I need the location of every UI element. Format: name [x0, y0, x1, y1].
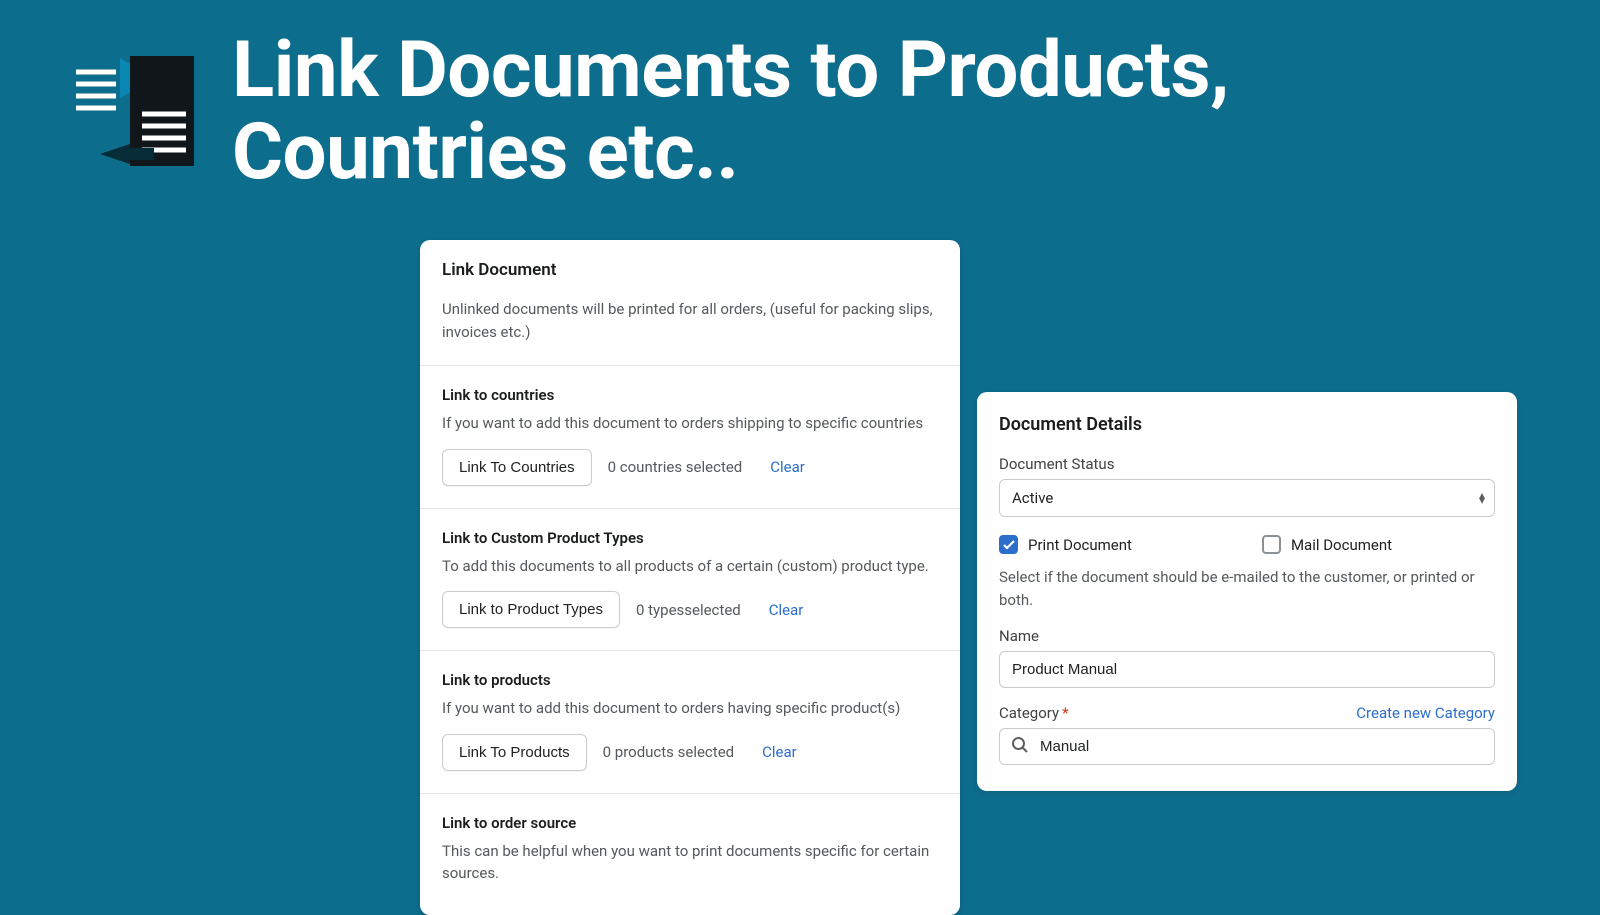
- types-selected-count: 0 typesselected: [636, 601, 741, 619]
- document-details-title: Document Details: [999, 414, 1495, 435]
- mail-document-checkbox[interactable]: Mail Document: [1262, 535, 1392, 554]
- create-new-category-link[interactable]: Create new Category: [1356, 704, 1495, 722]
- link-countries-sub: If you want to add this document to orde…: [442, 412, 938, 435]
- link-document-subtitle: Unlinked documents will be printed for a…: [442, 298, 938, 343]
- products-selected-count: 0 products selected: [603, 743, 734, 761]
- document-status-select[interactable]: Active: [999, 479, 1495, 517]
- link-types-section: Link to Custom Product Types To add this…: [420, 509, 960, 652]
- page-title: Link Documents to Products, Countries et…: [232, 30, 1282, 194]
- checkbox-unchecked-icon: [1262, 535, 1281, 554]
- print-mail-help-text: Select if the document should be e-maile…: [999, 566, 1495, 611]
- document-status-label: Document Status: [999, 455, 1495, 473]
- document-name-input[interactable]: [999, 651, 1495, 688]
- print-document-label: Print Document: [1028, 536, 1132, 554]
- types-clear-link[interactable]: Clear: [769, 601, 804, 619]
- checkbox-checked-icon: [999, 535, 1018, 554]
- page-header: Link Documents to Products, Countries et…: [0, 0, 1600, 194]
- link-products-section: Link to products If you want to add this…: [420, 651, 960, 794]
- countries-clear-link[interactable]: Clear: [770, 458, 805, 476]
- link-types-heading: Link to Custom Product Types: [442, 529, 938, 547]
- name-label: Name: [999, 627, 1495, 645]
- link-document-card: Link Document Unlinked documents will be…: [420, 240, 960, 915]
- link-document-title: Link Document: [442, 260, 938, 280]
- document-details-card: Document Details Document Status Active …: [977, 392, 1517, 791]
- link-to-countries-button[interactable]: Link To Countries: [442, 449, 592, 486]
- link-types-sub: To add this documents to all products of…: [442, 555, 938, 578]
- link-countries-heading: Link to countries: [442, 386, 938, 404]
- link-countries-section: Link to countries If you want to add thi…: [420, 366, 960, 509]
- link-to-products-button[interactable]: Link To Products: [442, 734, 587, 771]
- print-document-checkbox[interactable]: Print Document: [999, 535, 1132, 554]
- search-icon: [1011, 736, 1029, 758]
- document-link-logo-icon: [76, 48, 196, 176]
- link-source-sub: This can be helpful when you want to pri…: [442, 840, 938, 885]
- link-products-sub: If you want to add this document to orde…: [442, 697, 938, 720]
- link-source-heading: Link to order source: [442, 814, 938, 832]
- select-caret-icon: ▴▾: [1479, 491, 1485, 505]
- category-search-input[interactable]: [999, 728, 1495, 765]
- category-label: Category*: [999, 704, 1069, 722]
- mail-document-label: Mail Document: [1291, 536, 1392, 554]
- link-products-heading: Link to products: [442, 671, 938, 689]
- products-clear-link[interactable]: Clear: [762, 743, 797, 761]
- link-order-source-section: Link to order source This can be helpful…: [420, 794, 960, 915]
- link-document-header: Link Document Unlinked documents will be…: [420, 240, 960, 366]
- countries-selected-count: 0 countries selected: [608, 458, 743, 476]
- link-to-product-types-button[interactable]: Link to Product Types: [442, 591, 620, 628]
